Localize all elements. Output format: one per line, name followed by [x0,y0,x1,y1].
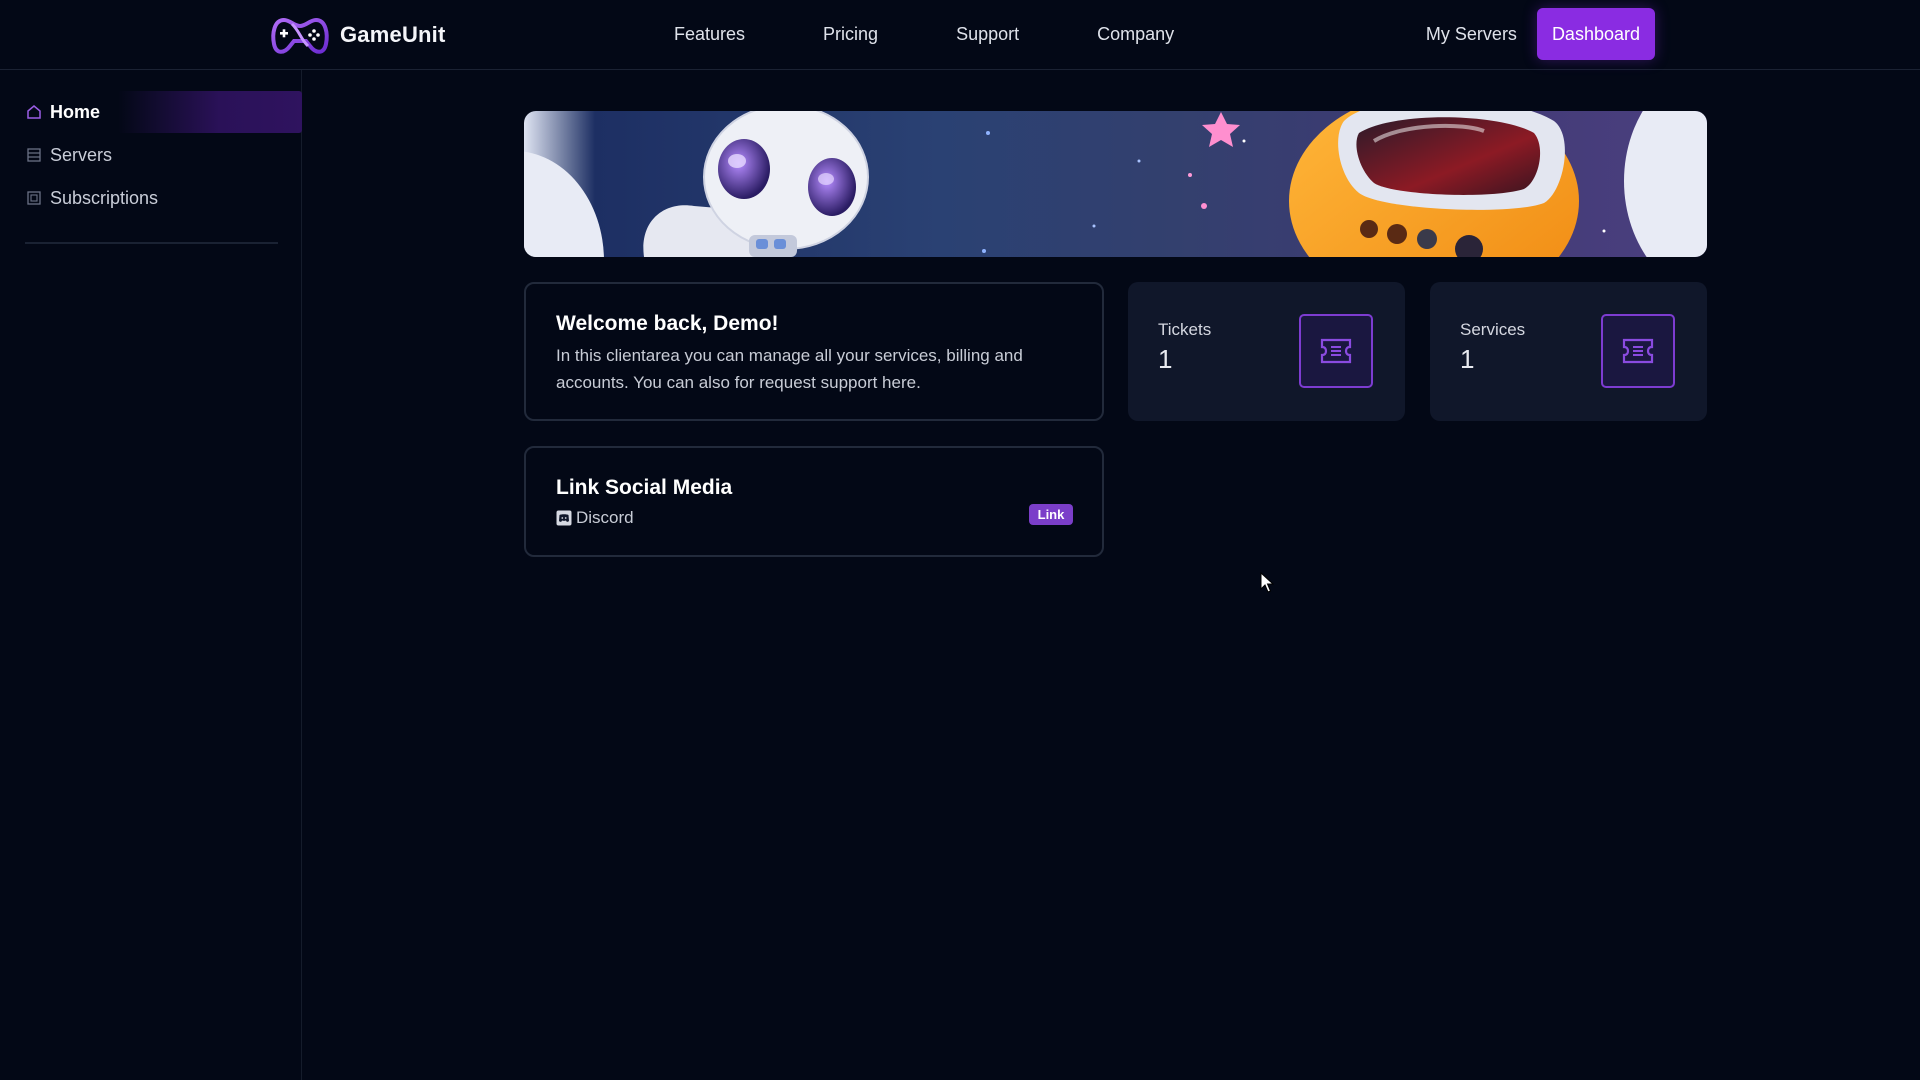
home-icon [27,105,41,119]
brand-name: GameUnit [340,22,446,47]
gamepad-logo-icon [271,17,329,54]
my-servers-link[interactable]: My Servers [1426,24,1517,45]
welcome-text: In this clientarea you can manage all yo… [556,346,1023,392]
social-title: Link Social Media [556,476,733,499]
nav-features[interactable]: Features [674,24,745,45]
server-icon [27,148,41,162]
mouse-cursor-icon [1260,572,1274,593]
welcome-title: Welcome back, Demo! [556,312,779,335]
tickets-card[interactable]: Tickets 1 [1128,282,1405,421]
nav-support[interactable]: Support [956,24,1019,45]
sidebar: Home Servers Subscriptions [0,70,302,1080]
sidebar-item-subscriptions[interactable]: Subscriptions [0,177,302,219]
tickets-count: 1 [1158,344,1173,374]
brand-link[interactable]: GameUnit [270,12,446,58]
services-icon-box [1601,314,1675,388]
main-nav: Features Pricing Support Company [674,0,1174,68]
link-social-card: Link Social Media Discord Link [524,446,1104,557]
discord-icon [556,510,572,526]
welcome-card: Welcome back, Demo! In this clientarea y… [524,282,1104,421]
services-label: Services [1460,320,1526,339]
subscriptions-icon [27,191,41,205]
sidebar-item-home[interactable]: Home [0,91,302,133]
sidebar-divider [25,242,278,244]
services-card[interactable]: Services 1 [1430,282,1707,421]
dashboard-button[interactable]: Dashboard [1536,8,1655,60]
nav-actions: My Servers Dashboard [1426,8,1655,60]
nav-pricing[interactable]: Pricing [823,24,878,45]
ticket-icon [1622,338,1654,364]
ticket-icon [1320,338,1352,364]
discord-label: Discord [576,508,634,527]
discord-row: Discord [556,508,634,528]
sidebar-item-label: Home [50,101,101,122]
services-count: 1 [1460,344,1475,374]
nav-company[interactable]: Company [1097,24,1174,45]
tickets-label: Tickets [1158,320,1212,339]
link-discord-button[interactable]: Link [1029,504,1073,525]
sidebar-item-label: Servers [50,144,113,165]
sidebar-item-label: Subscriptions [50,187,159,208]
hero-banner [524,111,1707,257]
astronaut-banner-illustration [524,111,1707,257]
tickets-icon-box [1299,314,1373,388]
top-navbar: GameUnit Features Pricing Support Compan… [0,0,1920,70]
sidebar-item-servers[interactable]: Servers [0,134,302,176]
